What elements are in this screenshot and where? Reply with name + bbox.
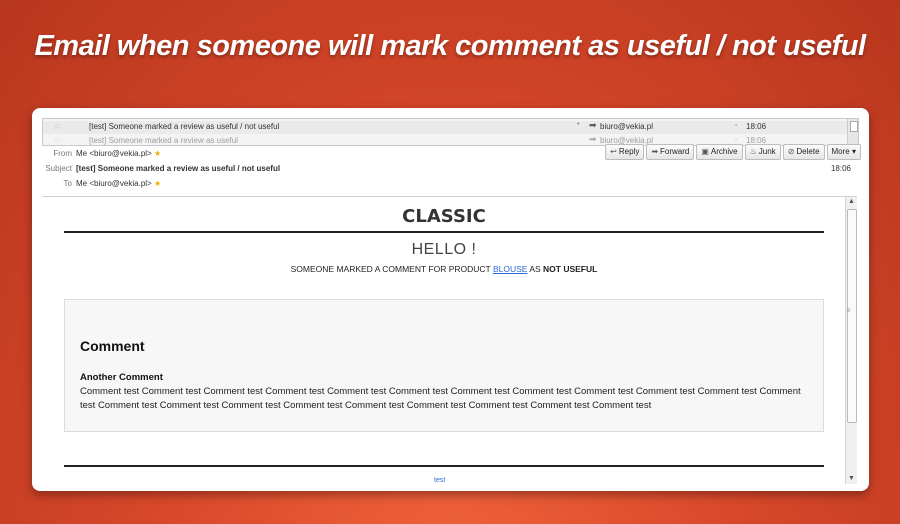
star-icon[interactable]: ☆ xyxy=(53,121,61,132)
delete-button[interactable]: ⊘ Delete xyxy=(782,144,825,160)
comment-title: Another Comment xyxy=(80,372,163,383)
more-button[interactable]: More ▾ xyxy=(826,144,861,160)
message-list-scrollbar[interactable] xyxy=(847,119,858,145)
from-label: From xyxy=(53,149,72,158)
thread-dot-icon: • xyxy=(577,121,580,128)
scrollbar-thumb[interactable] xyxy=(847,209,857,423)
message-body-scrollbar[interactable]: ▲ ≡ ▼ xyxy=(845,197,857,484)
forward-icon: ➡ xyxy=(651,147,659,156)
scrollbar-thumb[interactable] xyxy=(850,121,858,132)
sender-arrow-icon: ➡ xyxy=(589,120,597,130)
message-subject: [test] Someone marked a review as useful… xyxy=(89,122,280,131)
grip-icon: ≡ xyxy=(847,308,851,314)
shop-name: CLASSIC xyxy=(402,206,486,227)
notice-text: SOMEONE MARKED A COMMENT FOR PRODUCT BLO… xyxy=(290,264,598,274)
scroll-down-icon[interactable]: ▼ xyxy=(848,475,855,482)
message-time: 18:06 xyxy=(830,164,851,173)
delete-icon: ⊘ xyxy=(787,147,795,156)
greeting: HELLO ! xyxy=(411,241,477,258)
to-value: Me <biuro@vekia.pl> ★ xyxy=(76,179,161,188)
divider xyxy=(64,231,824,233)
message-header: From Me <biuro@vekia.pl> ★ Subject [test… xyxy=(42,144,861,196)
message-list: ☆ [test] Someone marked a review as usef… xyxy=(42,118,859,146)
comment-text: Comment test Comment test Comment test C… xyxy=(80,386,801,411)
headline: Email when someone will mark comment as … xyxy=(34,30,866,62)
junk-icon: ♨ xyxy=(749,147,757,156)
subject-label: Subject xyxy=(45,164,72,173)
reply-button[interactable]: ↩ Reply xyxy=(605,144,645,160)
subject-value: [test] Someone marked a review as useful… xyxy=(76,164,281,173)
archive-button[interactable]: ▣ Archive xyxy=(696,144,743,160)
comment-box: Comment Another Comment Comment test Com… xyxy=(64,299,824,432)
archive-icon: ▣ xyxy=(701,147,709,156)
forward-button[interactable]: ➡ Forward xyxy=(646,144,695,160)
clock-icon: ◔ xyxy=(733,121,738,130)
usefulness-status: NOT USEFUL xyxy=(543,264,598,274)
scroll-up-icon[interactable]: ▲ xyxy=(848,198,855,205)
email-client-window: ☆ [test] Someone marked a review as usef… xyxy=(32,108,869,491)
message-sender: biuro@vekia.pl xyxy=(600,122,654,131)
from-value: Me <biuro@vekia.pl> ★ xyxy=(76,149,161,158)
message-toolbar: ↩ Reply ➡ Forward ▣ Archive ♨ Junk ⊘ Delete More ▾ xyxy=(603,144,861,160)
message-body: CLASSIC HELLO ! SOMEONE MARKED A COMMENT… xyxy=(42,196,857,484)
message-row[interactable]: ☆ [test] Someone marked a review as usef… xyxy=(43,120,848,134)
clock-icon: ◔ xyxy=(733,135,738,144)
reply-icon: ↩ xyxy=(610,147,617,156)
message-time: 18:06 xyxy=(746,122,767,131)
star-icon[interactable]: ★ xyxy=(154,179,161,188)
divider xyxy=(64,465,824,467)
comment-heading: Comment xyxy=(80,338,145,354)
product-link[interactable]: BLOUSE xyxy=(493,264,528,274)
to-address[interactable]: Me <biuro@vekia.pl> xyxy=(76,179,152,188)
junk-button[interactable]: ♨ Junk xyxy=(744,144,781,160)
chevron-down-icon: ▾ xyxy=(851,147,856,156)
footer-link[interactable]: test xyxy=(434,477,445,484)
star-icon[interactable]: ★ xyxy=(154,149,161,158)
to-label: To xyxy=(63,179,72,188)
from-address[interactable]: Me <biuro@vekia.pl> xyxy=(76,149,152,158)
